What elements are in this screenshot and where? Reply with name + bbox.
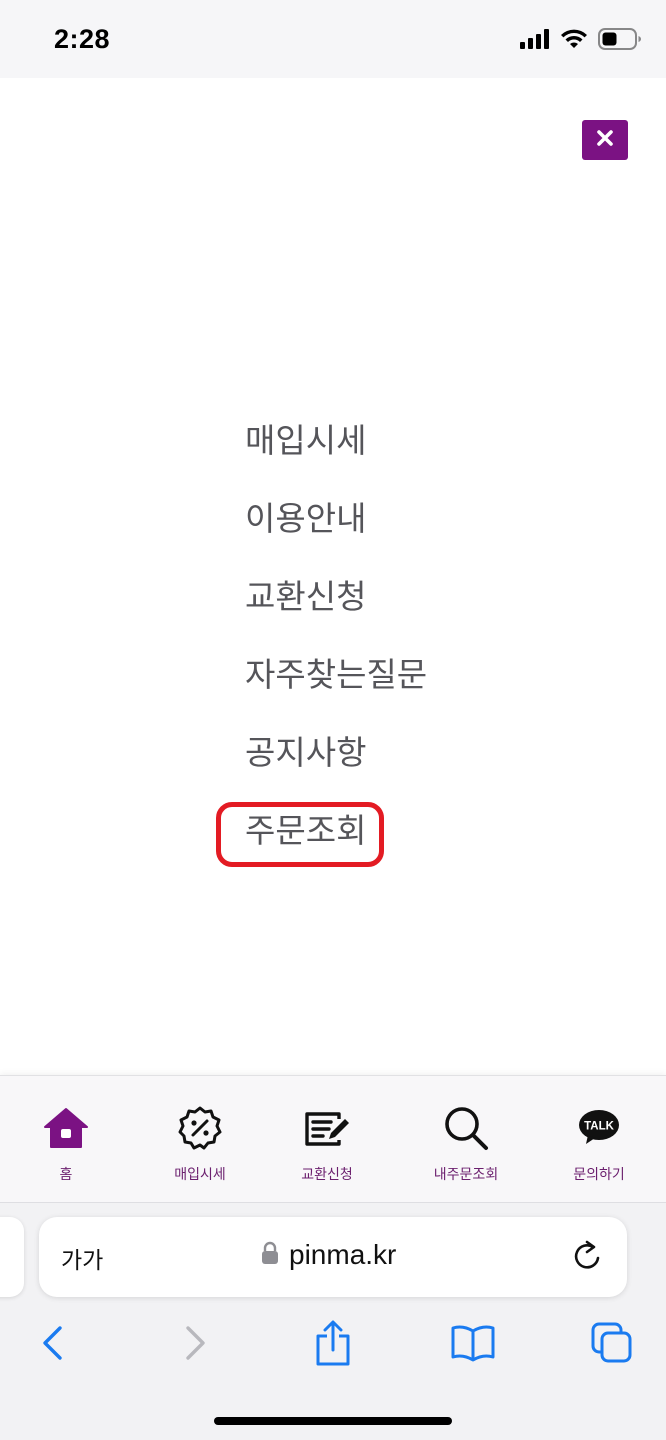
status-icons xyxy=(520,28,642,54)
tab-my-orders[interactable]: 내주문조회 xyxy=(406,1106,526,1184)
url-text: pinma.kr xyxy=(289,1239,397,1270)
menu-item-faq[interactable]: 자주찾는질문 xyxy=(245,658,427,736)
share-icon xyxy=(314,1320,352,1370)
reload-icon xyxy=(571,1240,603,1277)
text-size-button[interactable]: 가가 xyxy=(61,1241,103,1275)
tab-label: 홈 xyxy=(59,1167,73,1183)
lock-icon xyxy=(261,1241,279,1269)
tab-price[interactable]: 매입시세 xyxy=(140,1106,260,1184)
previous-tab-preview[interactable] xyxy=(0,1217,24,1297)
menu-item-label: 이용안내 xyxy=(245,499,367,538)
tabs-icon xyxy=(590,1321,634,1369)
bookmarks-button[interactable] xyxy=(449,1321,497,1369)
menu-item-price[interactable]: 매입시세 xyxy=(245,424,427,502)
menu-item-label: 자주찾는질문 xyxy=(245,655,428,694)
tab-label: 문의하기 xyxy=(573,1167,625,1183)
tab-inquiry[interactable]: TALK 문의하기 xyxy=(539,1106,659,1184)
tab-label: 내주문조회 xyxy=(433,1167,499,1183)
cellular-signal-icon xyxy=(520,29,550,53)
forward-icon xyxy=(184,1325,208,1365)
tab-label: 매입시세 xyxy=(174,1167,226,1183)
kakao-talk-icon: TALK xyxy=(577,1108,621,1152)
browser-chrome: 가가 pinma.kr xyxy=(0,1202,666,1440)
close-icon xyxy=(596,129,614,151)
back-button[interactable] xyxy=(28,1321,76,1369)
url-display: pinma.kr xyxy=(261,1239,396,1271)
forward-button[interactable] xyxy=(172,1321,220,1369)
highlight-annotation xyxy=(216,802,384,867)
tab-label: 교환신청 xyxy=(301,1167,353,1183)
address-bar[interactable]: 가가 pinma.kr xyxy=(39,1217,627,1297)
kakao-talk-icon-text: TALK xyxy=(584,1121,615,1133)
share-button[interactable] xyxy=(309,1320,357,1370)
edit-list-icon xyxy=(303,1108,351,1152)
menu-item-label: 교환신청 xyxy=(245,577,367,616)
search-icon xyxy=(442,1104,490,1156)
menu-item-label: 매입시세 xyxy=(245,421,367,460)
close-menu-button[interactable] xyxy=(582,120,628,160)
browser-toolbar xyxy=(0,1320,666,1371)
home-indicator xyxy=(214,1417,452,1425)
bottom-tab-bar: 홈 매입시세 교환신청 내주문조회 TALK 문의하기 xyxy=(0,1075,666,1202)
menu-item-label: 공지사항 xyxy=(245,733,367,772)
tab-home[interactable]: 홈 xyxy=(6,1106,126,1184)
wifi-icon xyxy=(560,29,588,53)
status-bar: 2:28 xyxy=(0,0,666,78)
reload-button[interactable] xyxy=(571,1239,603,1277)
tabs-button[interactable] xyxy=(588,1321,636,1369)
menu-item-exchange[interactable]: 교환신청 xyxy=(245,580,427,658)
battery-icon xyxy=(598,28,642,54)
tab-exchange[interactable]: 교환신청 xyxy=(267,1106,387,1184)
bookmarks-icon xyxy=(450,1323,496,1367)
discount-badge-icon xyxy=(177,1105,223,1155)
back-icon xyxy=(40,1325,64,1365)
status-time: 2:28 xyxy=(54,24,111,54)
menu-item-guide[interactable]: 이용안내 xyxy=(245,502,427,580)
home-icon xyxy=(43,1107,89,1153)
